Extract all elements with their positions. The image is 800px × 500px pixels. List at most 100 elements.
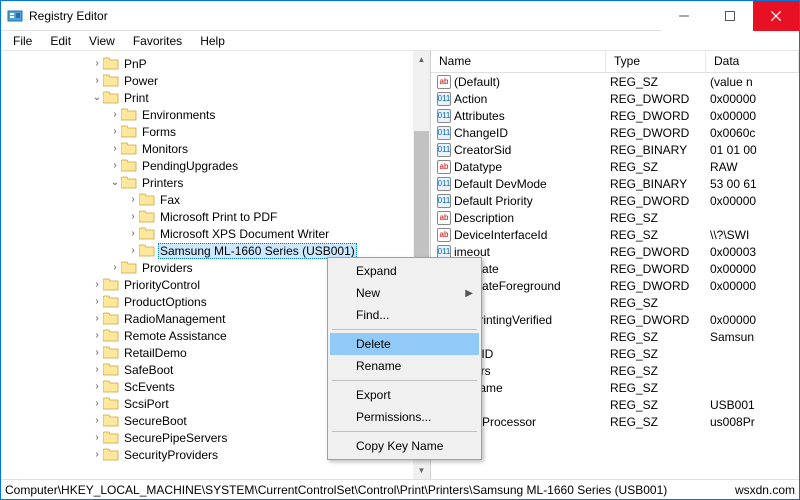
maximize-button[interactable] [707, 1, 753, 31]
context-item-copy-key-name[interactable]: Copy Key Name [330, 435, 479, 457]
menu-separator [332, 380, 477, 381]
expand-icon[interactable]: › [127, 245, 139, 256]
expand-icon[interactable]: › [109, 160, 121, 171]
value-row[interactable]: abDescriptionREG_SZ [431, 209, 799, 226]
menu-favorites[interactable]: Favorites [125, 32, 190, 50]
scroll-up-icon[interactable]: ▲ [413, 51, 430, 68]
tree-node[interactable]: ›Monitors [1, 140, 430, 157]
expand-icon[interactable]: › [91, 415, 103, 426]
minimize-button[interactable] [661, 1, 707, 31]
menu-view[interactable]: View [81, 32, 123, 50]
value-type: REG_DWORD [606, 109, 706, 123]
expand-icon[interactable]: › [109, 143, 121, 154]
menu-file[interactable]: File [5, 32, 40, 50]
menu-edit[interactable]: Edit [42, 32, 79, 50]
value-row[interactable]: 011CreatorSidREG_BINARY01 01 00 [431, 141, 799, 158]
context-item-permissions-[interactable]: Permissions... [330, 406, 479, 428]
value-type: REG_SZ [606, 211, 706, 225]
values-pane[interactable]: Name Type Data ab(Default)REG_SZ(value n… [431, 51, 799, 479]
tree-node[interactable]: ›Microsoft XPS Document Writer [1, 225, 430, 242]
value-data: 0x00000 [706, 262, 799, 276]
tree-label: Fax [158, 193, 182, 207]
tree-node[interactable]: ›Power [1, 72, 430, 89]
expand-icon[interactable]: › [109, 109, 121, 120]
expand-icon[interactable]: › [91, 347, 103, 358]
expand-icon[interactable]: › [91, 330, 103, 341]
value-row[interactable]: abserNameREG_SZ [431, 379, 799, 396]
expand-icon[interactable]: › [91, 381, 103, 392]
expand-icon[interactable]: › [127, 194, 139, 205]
value-row[interactable]: 011Default PriorityREG_DWORD0x00000 [431, 192, 799, 209]
value-row[interactable]: 011AttributesREG_DWORD0x00000 [431, 107, 799, 124]
value-type: REG_SZ [606, 75, 706, 89]
value-row[interactable]: abeREG_SZSamsun [431, 328, 799, 345]
expand-icon[interactable]: › [91, 313, 103, 324]
expand-icon[interactable]: ⌄ [109, 177, 121, 188]
context-item-export[interactable]: Export [330, 384, 479, 406]
expand-icon[interactable]: ⌄ [91, 92, 103, 103]
value-type: REG_DWORD [606, 126, 706, 140]
col-type[interactable]: Type [606, 51, 706, 72]
value-data: Samsun [706, 330, 799, 344]
expand-icon[interactable]: › [91, 398, 103, 409]
value-row[interactable]: abDeviceInterfaceIdREG_SZ\\?\SWI [431, 226, 799, 243]
value-row[interactable]: abctGUIDREG_SZ [431, 345, 799, 362]
tree-node[interactable]: ›PnP [1, 55, 430, 72]
context-menu[interactable]: ExpandNew▶Find... DeleteRename Export Permi… [327, 257, 482, 460]
scroll-down-icon[interactable]: ▼ [413, 462, 430, 479]
expand-icon[interactable]: › [91, 449, 103, 460]
tree-node[interactable]: ›Microsoft Print to PDF [1, 208, 430, 225]
context-item-new[interactable]: New▶ [330, 282, 479, 304]
value-data: (value n [706, 75, 799, 89]
value-row[interactable]: 011Default DevModeREG_BINARY53 00 61 [431, 175, 799, 192]
value-row[interactable]: 011ChangeIDREG_DWORD0x0060c [431, 124, 799, 141]
value-row[interactable]: abtionREG_SZ [431, 294, 799, 311]
tree-node[interactable]: › Fax [1, 191, 430, 208]
value-type: REG_DWORD [606, 92, 706, 106]
value-data: 0x00000 [706, 92, 799, 106]
close-button[interactable] [753, 1, 799, 31]
value-row[interactable]: 011ernPrintingVerifiedREG_DWORD0x00000 [431, 311, 799, 328]
value-data: 0x00000 [706, 194, 799, 208]
expand-icon[interactable]: › [127, 228, 139, 239]
titlebar: Registry Editor [1, 1, 799, 31]
context-item-rename[interactable]: Rename [330, 355, 479, 377]
tree-node[interactable]: ⌄ Printers [1, 174, 430, 191]
value-row[interactable]: abPrint ProcessorREG_SZus008Pr [431, 413, 799, 430]
context-label: Permissions... [356, 410, 431, 424]
tree-node[interactable]: ›Environments [1, 106, 430, 123]
value-row[interactable]: ab(Default)REG_SZ(value n [431, 73, 799, 90]
value-row[interactable]: abmetersREG_SZ [431, 362, 799, 379]
context-item-expand[interactable]: Expand [330, 260, 479, 282]
expand-icon[interactable]: › [109, 262, 121, 273]
value-row[interactable]: abDatatypeREG_SZRAW [431, 158, 799, 175]
scroll-thumb[interactable] [414, 131, 429, 261]
expand-icon[interactable]: › [91, 75, 103, 86]
expand-icon[interactable]: › [127, 211, 139, 222]
expand-icon[interactable]: › [91, 58, 103, 69]
expand-icon[interactable]: › [109, 126, 121, 137]
value-type: REG_SZ [606, 347, 706, 361]
folder-icon [121, 125, 137, 139]
tree-node[interactable]: ›Forms [1, 123, 430, 140]
col-name[interactable]: Name [431, 51, 606, 72]
value-row[interactable]: abREG_SZUSB001 [431, 396, 799, 413]
statusbar: Computer\HKEY_LOCAL_MACHINE\SYSTEM\Curre… [1, 479, 799, 499]
tree-node[interactable]: ⌄Print [1, 89, 430, 106]
expand-icon[interactable]: › [91, 364, 103, 375]
value-row[interactable]: 011yUpdateREG_DWORD0x00000 [431, 260, 799, 277]
value-row[interactable]: 011imeoutREG_DWORD0x00003 [431, 243, 799, 260]
value-row[interactable]: 011yUpdateForegroundREG_DWORD0x00000 [431, 277, 799, 294]
expand-icon[interactable]: › [91, 296, 103, 307]
menu-help[interactable]: Help [192, 32, 233, 50]
folder-icon [103, 74, 119, 88]
value-row[interactable]: 011ActionREG_DWORD0x00000 [431, 90, 799, 107]
value-data: USB001 [706, 398, 799, 412]
expand-icon[interactable]: › [91, 279, 103, 290]
context-item-delete[interactable]: Delete [330, 333, 479, 355]
expand-icon[interactable]: › [91, 432, 103, 443]
tree-label: Printers [140, 176, 185, 190]
context-item-find-[interactable]: Find... [330, 304, 479, 326]
tree-node[interactable]: ›PendingUpgrades [1, 157, 430, 174]
col-data[interactable]: Data [706, 51, 799, 72]
